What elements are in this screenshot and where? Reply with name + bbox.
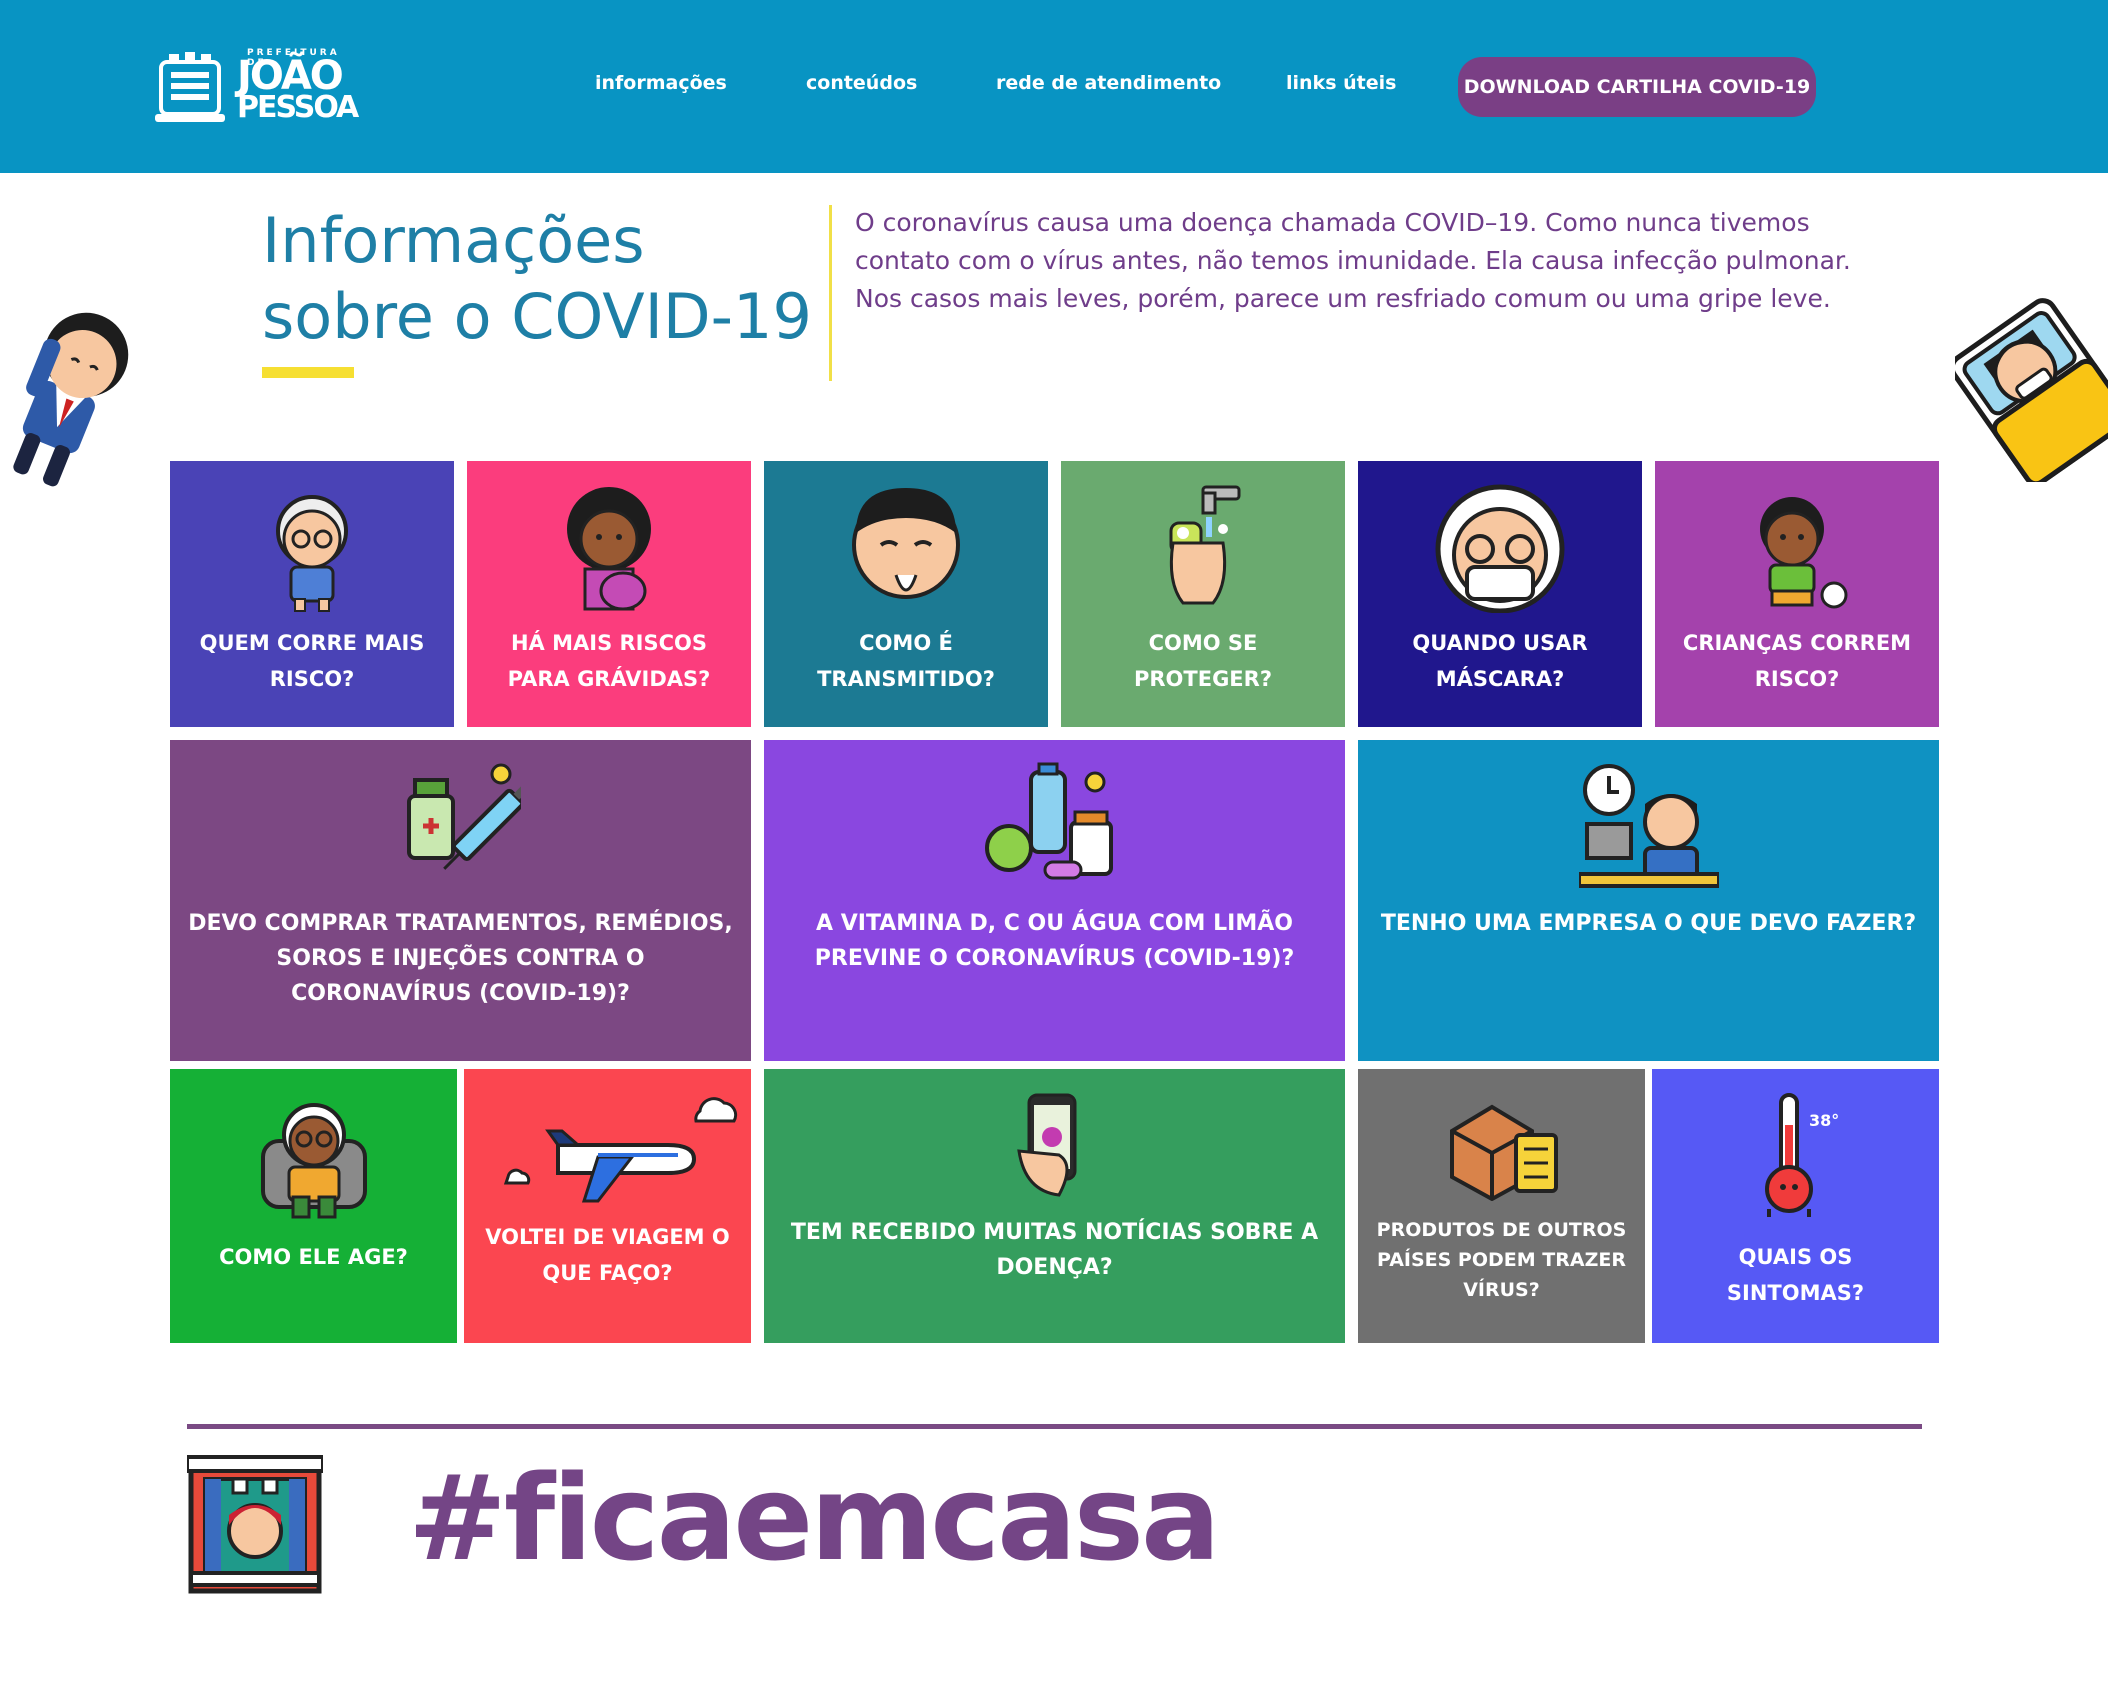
sick-in-bed-illustration — [1955, 298, 2108, 482]
nav-links-uteis[interactable]: links úteis — [1286, 72, 1396, 94]
syringe-medicine-icon — [406, 763, 521, 870]
intro-paragraph: O coronavírus causa uma doença chamada C… — [855, 208, 1851, 313]
window-child-illustration — [187, 1455, 323, 1594]
child-ball-icon — [1760, 497, 1848, 609]
tile-como-e-transmitido[interactable]: COMO É TRANSMITIDO? — [764, 461, 1048, 727]
tile-label: COMO SE PROTEGER? — [1133, 631, 1273, 691]
tile-ha-mais-riscos-para-gravidas[interactable]: HÁ MAIS RISCOS PARA GRÁVIDAS? — [467, 461, 751, 727]
fica-em-casa-hashtag: #ficaemcasa — [408, 1449, 1221, 1587]
tile-produtos-de-outros-paises[interactable]: PRODUTOS DE OUTROS PAÍSES PODEM TRAZER V… — [1358, 1069, 1645, 1343]
thermometer-icon — [1764, 1093, 1813, 1217]
download-cartilha-button[interactable]: DOWNLOAD CARTILHA COVID-19 — [1458, 57, 1816, 117]
tile-devo-comprar-tratamentos[interactable]: DEVO COMPRAR TRATAMENTOS, REMÉDIOS, SORO… — [170, 740, 751, 1061]
tile-label: HÁ MAIS RISCOS PARA GRÁVIDAS? — [507, 631, 711, 691]
vitamins-lemon-icon — [984, 762, 1113, 880]
intro-divider — [829, 205, 832, 381]
prefeitura-logo[interactable]: PREFEITURA DE JOÃO PESSOA — [155, 48, 365, 128]
masked-elder-icon — [1435, 484, 1565, 613]
tile-voltei-de-viagem[interactable]: VOLTEI DE VIAGEM O QUE FAÇO? — [464, 1069, 751, 1343]
pregnant-woman-icon — [567, 487, 651, 611]
tile-label: QUEM CORRE MAIS RISCO? — [199, 631, 425, 691]
tile-label: QUANDO USAR MÁSCARA? — [1412, 631, 1588, 691]
tile-label: DEVO COMPRAR TRATAMENTOS, REMÉDIOS, SORO… — [188, 911, 733, 1006]
tile-como-se-proteger[interactable]: COMO SE PROTEGER? — [1061, 461, 1345, 727]
sneezing-man-icon — [852, 488, 960, 599]
site-header: PREFEITURA DE JOÃO PESSOA informações co… — [0, 0, 2108, 173]
package-checklist-icon — [1449, 1104, 1558, 1201]
logo-line2: PESSOA — [237, 90, 359, 125]
city-crest-icon — [155, 52, 225, 122]
tile-vitamina-agua-limao[interactable]: A VITAMINA D, C OU ÁGUA COM LIMÃO PREVIN… — [764, 740, 1345, 1061]
title-underline — [262, 367, 354, 378]
tile-como-ele-age[interactable]: COMO ELE AGE? — [170, 1069, 457, 1343]
tile-quais-os-sintomas[interactable]: 38° QUAIS OS SINTOMAS? — [1652, 1069, 1939, 1343]
tile-quem-corre-mais-risco[interactable]: QUEM CORRE MAIS RISCO? — [170, 461, 454, 727]
sick-man-illustration — [13, 312, 129, 487]
page-title: Informações sobre o COVID-19 — [262, 203, 822, 355]
tile-tenho-uma-empresa[interactable]: TENHO UMA EMPRESA O QUE DEVO FAZER? — [1358, 740, 1939, 1061]
thermometer-reading: 38° — [1809, 1111, 1840, 1130]
tile-label: CRIANÇAS CORREM RISCO? — [1682, 631, 1912, 691]
office-worker-icon — [1578, 764, 1719, 888]
page-title-line1: Informações — [262, 204, 645, 277]
tile-label: PRODUTOS DE OUTROS PAÍSES PODEM TRAZER V… — [1376, 1219, 1627, 1301]
hand-washing-icon — [1169, 485, 1241, 605]
tile-label: A VITAMINA D, C OU ÁGUA COM LIMÃO PREVIN… — [814, 911, 1295, 971]
tile-label: VOLTEI DE VIAGEM O QUE FAÇO? — [485, 1225, 730, 1285]
nav-conteudos[interactable]: conteúdos — [806, 72, 917, 94]
tile-quando-usar-mascara[interactable]: QUANDO USAR MÁSCARA? — [1358, 461, 1642, 727]
tile-label: QUAIS OS SINTOMAS? — [1726, 1245, 1865, 1305]
airplane-icon — [503, 1097, 737, 1203]
page-title-line2: sobre o COVID-19 — [262, 280, 812, 353]
tile-criancas-correm-risco[interactable]: CRIANÇAS CORREM RISCO? — [1655, 461, 1939, 727]
phone-virus-icon — [1016, 1093, 1076, 1197]
tile-label: TEM RECEBIDO MUITAS NOTÍCIAS SOBRE A DOE… — [790, 1220, 1319, 1280]
tile-label: TENHO UMA EMPRESA O QUE DEVO FAZER? — [1380, 911, 1917, 936]
tile-label: COMO ELE AGE? — [219, 1245, 408, 1269]
tile-noticias-sobre-a-doenca[interactable]: TEM RECEBIDO MUITAS NOTÍCIAS SOBRE A DOE… — [764, 1069, 1345, 1343]
elder-armchair-icon — [260, 1103, 367, 1219]
section-divider — [187, 1424, 1922, 1429]
elderly-woman-icon — [276, 495, 348, 612]
tile-label: COMO É TRANSMITIDO? — [817, 631, 995, 691]
nav-informacoes[interactable]: informações — [595, 72, 727, 94]
nav-rede-de-atendimento[interactable]: rede de atendimento — [996, 72, 1221, 94]
